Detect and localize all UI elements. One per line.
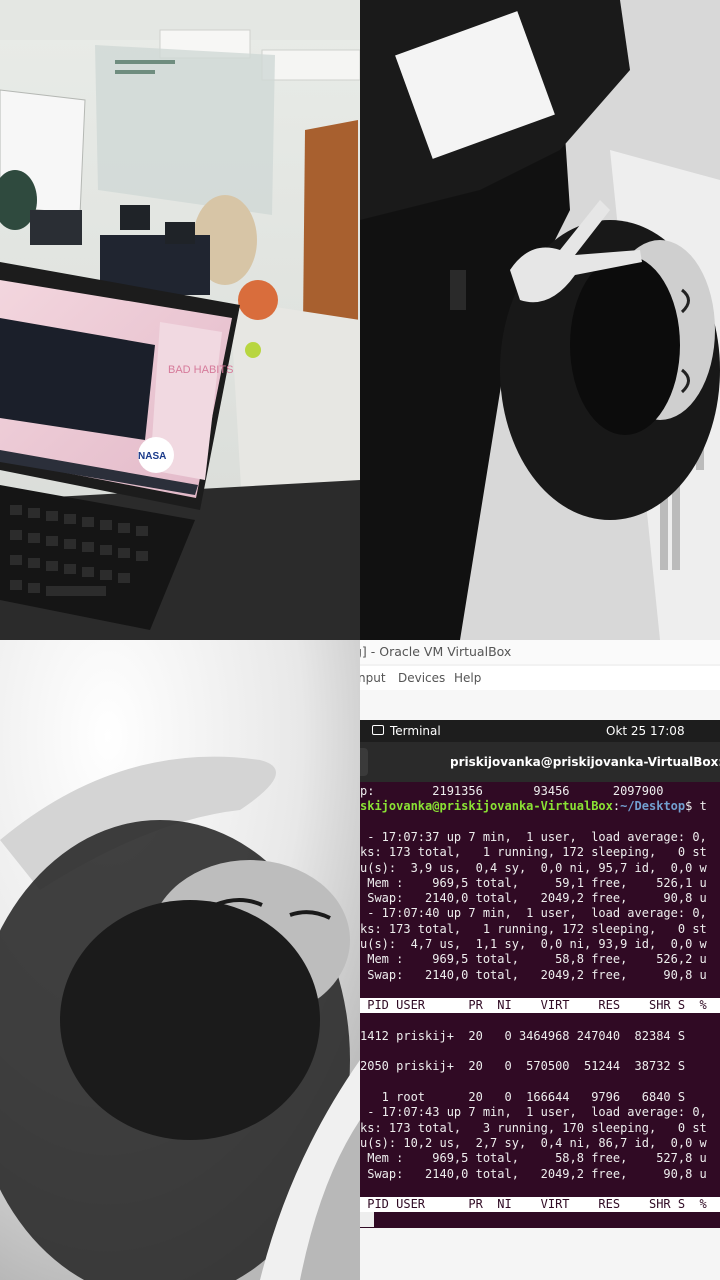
terminal-line: Mem : 969,5 total, 58,8 free, 526,2 u [360,952,707,967]
prompt-user: skijovanka@priskijovanka-VirtualBox [360,799,613,814]
terminal-icon [372,725,384,735]
terminal-line: Mem : 969,5 total, 58,8 free, 527,8 u [360,1151,707,1166]
window-title-bar: g] - Oracle VM VirtualBox [360,640,720,664]
terminal-line: - 17:07:37 up 7 min, 1 user, load averag… [360,829,707,844]
terminal-line: 1 root 20 0 166644 9796 6840 S [360,1090,686,1104]
menu-bar: nput Devices Help [360,666,720,690]
terminal-line: Swap: 2140,0 total, 2049,2 free, 90,8 u [360,967,707,982]
active-app-label[interactable]: Terminal [390,720,441,742]
menu-item-help[interactable]: Help [454,666,481,690]
menu-item-input[interactable]: nput [360,666,386,690]
terminal-title: priskijovanka@priskijovanka-VirtualBox: … [450,755,720,769]
selfie-bw-scene [360,0,720,640]
terminal-output[interactable]: p: 2191356 93456 2097900 skijovanka@prisk… [360,782,720,1228]
window-title: g] - Oracle VM VirtualBox [360,644,512,659]
gnome-top-bar: Terminal Okt 25 17:08 [360,720,720,742]
classroom-scene: BAD HABITS NASA [0,0,360,640]
terminal-line: ks: 173 total, 3 running, 170 sleeping, … [360,1120,707,1135]
vm-frame [360,690,720,720]
terminal-line: - 17:07:40 up 7 min, 1 user, load averag… [360,906,707,921]
selfie-photo-bw [360,0,720,640]
process-table-header: PID USER PR NI VIRT RES SHR S % [360,1197,720,1213]
menu-item-devices[interactable]: Devices [398,666,445,690]
terminal-line: u(s): 10,2 us, 2,7 sy, 0,4 ni, 86,7 id, … [360,1135,707,1150]
selfie-photo-faded [0,640,360,1280]
virtualbox-window: g] - Oracle VM VirtualBox nput Devices H… [360,640,720,1280]
terminal-line: 2050 priskij+ 20 0 570500 51244 38732 S [360,1059,686,1074]
selfie-faded-scene [0,640,360,1280]
screen-bad-habits-text: BAD HABITS [168,364,233,376]
nasa-sticker-text: NASA [138,451,166,462]
terminal-cursor [360,1212,374,1228]
process-table-header: PID USER PR NI VIRT RES SHR S % [360,998,720,1014]
terminal-line: p: 2191356 93456 2097900 [360,784,664,798]
terminal-line: ks: 173 total, 1 running, 172 sleeping, … [360,845,707,860]
terminal-line: Mem : 969,5 total, 59,1 free, 526,1 u [360,875,707,890]
prompt-command: $ t [685,799,707,814]
vm-status-area [360,1228,720,1280]
classroom-photo: BAD HABITS NASA [0,0,360,640]
terminal-line: 1412 priskij+ 20 0 3464968 247040 82384 … [360,1028,686,1043]
prompt-path: ~/Desktop [620,799,686,814]
tab-button[interactable] [360,748,368,776]
terminal-line: skijovanka@priskijovanka-VirtualBox:~/De… [360,799,707,814]
terminal-header: priskijovanka@priskijovanka-VirtualBox: … [360,742,720,782]
terminal-line: Swap: 2140,0 total, 2049,2 free, 90,8 u [360,1166,707,1181]
terminal-line: u(s): 3,9 us, 0,4 sy, 0,0 ni, 95,7 id, 0… [360,860,707,875]
terminal-line: Swap: 2140,0 total, 2049,2 free, 90,8 u [360,891,707,906]
clock[interactable]: Okt 25 17:08 [606,720,685,742]
terminal-line: u(s): 4,7 us, 1,1 sy, 0,0 ni, 93,9 id, 0… [360,937,707,951]
terminal-line: - 17:07:43 up 7 min, 1 user, load averag… [360,1105,707,1120]
terminal-line: ks: 173 total, 1 running, 172 sleeping, … [360,921,707,936]
